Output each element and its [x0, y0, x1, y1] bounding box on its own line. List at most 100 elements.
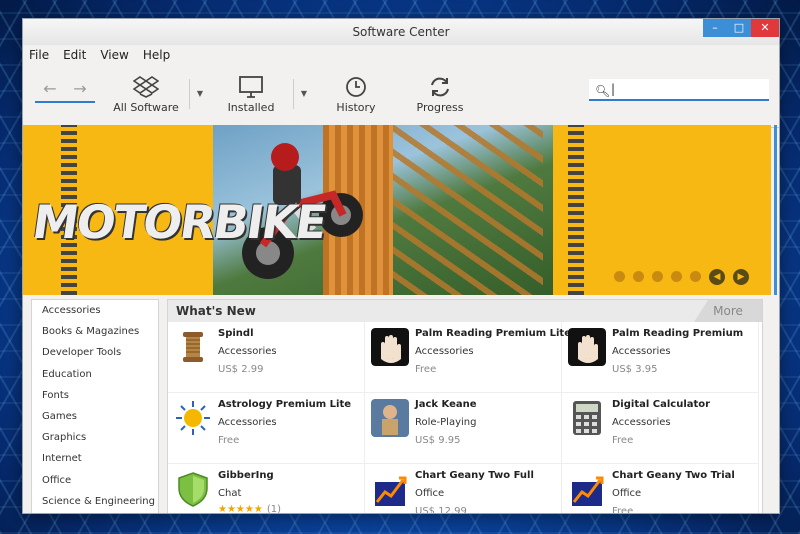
rating-value: ★★★★★	[218, 504, 263, 514]
app-tile[interactable]: Jack Keane Role-Playing US$ 9.95	[365, 393, 562, 464]
app-price: US$ 3.95	[612, 364, 658, 375]
progress-label: Progress	[416, 101, 464, 114]
categories-list: Accessories Books & Magazines Developer …	[31, 299, 159, 513]
app-category: Accessories	[415, 346, 474, 357]
more-button[interactable]: More	[694, 300, 762, 322]
app-category: Accessories	[218, 417, 277, 428]
software-center-window: Software Center – □ ✕ File Edit View Hel…	[22, 18, 780, 514]
back-arrow-icon[interactable]: ←	[43, 79, 56, 98]
forward-arrow-icon[interactable]: →	[73, 79, 86, 98]
category-item[interactable]: Fonts	[32, 385, 158, 406]
rating-count: (1)	[266, 504, 281, 514]
close-button[interactable]: ✕	[751, 19, 779, 37]
installed-button[interactable]: Installed	[223, 73, 279, 114]
app-tile[interactable]: Palm Reading Premium Lite Accessories Fr…	[365, 322, 571, 393]
calculator-icon	[573, 401, 601, 435]
category-item[interactable]: Developer Tools	[32, 342, 158, 363]
app-price: US$ 2.99	[218, 364, 264, 375]
rating-stars: ★★★★★ (1)	[218, 504, 281, 514]
category-item[interactable]: Office	[32, 470, 158, 491]
app-tile[interactable]: Chart Geany Two Trial Office Free	[562, 464, 759, 514]
category-item[interactable]: Books & Magazines	[32, 321, 158, 342]
palm-icon	[568, 328, 606, 366]
app-tile[interactable]: Chart Geany Two Full Office US$ 12.99	[365, 464, 562, 514]
whats-new-header: What's New More	[168, 300, 762, 322]
jack-keane-icon	[371, 399, 409, 437]
banner-pager: ◀ ▶	[614, 269, 749, 285]
app-price: Free	[612, 435, 634, 446]
dropbox-package-icon	[133, 76, 159, 98]
monitor-icon	[239, 76, 263, 98]
chart-icon	[375, 476, 407, 506]
category-item[interactable]: Games	[32, 406, 158, 427]
refresh-arrows-icon	[431, 77, 449, 97]
app-category: Office	[415, 488, 445, 499]
category-item[interactable]: Education	[32, 364, 158, 385]
motorbike-logo: MOTORBIKE	[29, 195, 329, 249]
search-icon: 🔍︎	[595, 84, 611, 98]
pager-dot[interactable]	[690, 271, 701, 282]
clock-icon	[346, 77, 366, 97]
category-item[interactable]: Science & Engineering	[32, 491, 158, 512]
app-price: Free	[415, 364, 437, 375]
tire-track-decoration-right	[568, 125, 584, 295]
app-name: Chart Geany Two Full	[415, 470, 534, 481]
app-name: Astrology Premium Lite	[218, 399, 352, 410]
installed-dropdown[interactable]: ▼	[293, 79, 314, 109]
app-tile[interactable]: Astrology Premium Lite Accessories Free	[168, 393, 365, 464]
main-content: Accessories Books & Magazines Developer …	[23, 295, 771, 513]
app-category: Accessories	[218, 346, 277, 357]
app-price: US$ 12.99	[415, 506, 467, 514]
palm-icon	[371, 328, 409, 366]
menu-help[interactable]: Help	[143, 48, 170, 62]
app-category: Chat	[218, 488, 242, 499]
history-label: History	[336, 101, 376, 114]
category-item[interactable]: Accessories	[32, 300, 158, 321]
app-name: Palm Reading Premium	[612, 328, 744, 339]
chart-icon	[572, 476, 604, 506]
pager-dot[interactable]	[614, 271, 625, 282]
menu-view[interactable]: View	[100, 48, 128, 62]
minimize-button[interactable]: –	[703, 19, 727, 37]
pager-dot[interactable]	[652, 271, 663, 282]
category-item[interactable]: Internet	[32, 448, 158, 469]
app-name: Chart Geany Two Trial	[612, 470, 735, 481]
menu-file[interactable]: File	[29, 48, 49, 62]
pager-dot[interactable]	[671, 271, 682, 282]
previous-banner-button[interactable]: ◀	[709, 269, 725, 285]
window-title: Software Center	[352, 25, 450, 39]
app-category: Office	[612, 488, 642, 499]
all-software-label: All Software	[113, 101, 179, 114]
app-tile[interactable]: Digital Calculator Accessories Free	[562, 393, 759, 464]
whats-new-title: What's New	[176, 304, 256, 318]
app-price: Free	[612, 506, 634, 514]
sun-icon	[176, 401, 210, 435]
all-software-dropdown[interactable]: ▼	[189, 79, 210, 109]
app-name: GibberIng	[218, 470, 274, 481]
title-bar: Software Center – □ ✕	[23, 19, 779, 45]
app-name: Palm Reading Premium Lite	[415, 328, 571, 339]
banner-ramp-image	[393, 125, 543, 295]
history-button[interactable]: History	[331, 73, 381, 114]
spool-icon	[183, 332, 203, 362]
app-tile[interactable]: Spindl Accessories US$ 2.99	[168, 322, 365, 393]
maximize-button[interactable]: □	[727, 19, 751, 37]
next-banner-button[interactable]: ▶	[733, 269, 749, 285]
navigation-buttons: ← →	[35, 75, 95, 103]
app-tile[interactable]: Palm Reading Premium Accessories US$ 3.9…	[562, 322, 759, 393]
app-price: US$ 9.95	[415, 435, 461, 446]
app-tile[interactable]: GibberIng Chat ★★★★★ (1)	[168, 464, 365, 514]
menu-bar: File Edit View Help	[23, 45, 779, 65]
vertical-scrollbar[interactable]	[774, 125, 777, 295]
featured-banner[interactable]: MOTORBIKE ◀ ▶	[23, 125, 771, 295]
category-item[interactable]: Graphics	[32, 427, 158, 448]
all-software-button[interactable]: All Software	[113, 73, 179, 114]
app-name: Jack Keane	[415, 399, 477, 410]
progress-button[interactable]: Progress	[413, 73, 467, 114]
pager-dot[interactable]	[633, 271, 644, 282]
app-category: Accessories	[612, 417, 671, 428]
app-price: Free	[218, 435, 240, 446]
app-name: Digital Calculator	[612, 399, 711, 410]
search-input[interactable]: 🔍︎ |	[589, 79, 769, 101]
menu-edit[interactable]: Edit	[63, 48, 86, 62]
